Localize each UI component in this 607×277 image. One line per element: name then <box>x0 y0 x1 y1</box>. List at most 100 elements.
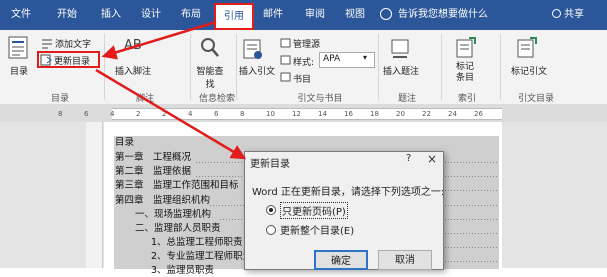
bibliography-button[interactable]: 书目 <box>293 72 311 85</box>
tab-design[interactable]: 设计 <box>134 0 168 30</box>
group-label-research: 信息检索 <box>198 94 235 104</box>
ruler-number: 12 <box>292 110 301 118</box>
mark-citation-button[interactable]: 标记引文 <box>505 64 553 77</box>
tab-review[interactable]: 审阅 <box>298 0 332 30</box>
divider <box>378 34 379 100</box>
ruler-number: 4 <box>110 110 115 118</box>
option-update-page-numbers-label[interactable]: 只更新页码(P) <box>280 202 348 219</box>
table-of-contents-icon <box>8 36 28 59</box>
toc-leader <box>442 238 498 249</box>
insert-caption-button[interactable]: 插入题注 <box>381 64 421 77</box>
mark-entry-button[interactable]: 标记条目 <box>453 62 477 84</box>
ruler-number: 2 <box>162 110 167 118</box>
mark-citation-icon <box>517 37 537 58</box>
style-icon <box>280 55 291 65</box>
group-label-captions: 题注 <box>397 94 416 104</box>
tab-file[interactable]: 文件 <box>4 0 38 30</box>
insert-citation-button[interactable]: 插入引文 <box>236 64 278 77</box>
toc-field-shading <box>114 136 499 149</box>
ruler-number: 24 <box>448 110 457 118</box>
smart-lookup-button[interactable]: 智能查找 <box>195 64 225 90</box>
ok-button[interactable]: 确定 <box>314 250 368 270</box>
option-update-entire-table-radio[interactable] <box>266 225 276 235</box>
toc-entry[interactable]: 第二章 监理依据 <box>115 165 191 178</box>
toc-entry[interactable]: 第一章 工程概况 <box>115 151 191 164</box>
option-update-entire-table-label[interactable]: 更新整个目录(E) <box>280 222 354 237</box>
insert-caption-icon <box>391 39 409 58</box>
manage-sources-icon <box>280 38 291 48</box>
update-toc-button[interactable]: 更新目录 <box>54 54 90 67</box>
references-tab-highlight <box>214 3 254 30</box>
ruler-number: 20 <box>396 110 405 118</box>
toc-entry[interactable]: 二、监理部人员职责 <box>135 222 221 235</box>
group-label-index: 索引 <box>457 94 476 104</box>
manage-sources-button[interactable]: 管理源 <box>293 37 320 50</box>
divider <box>441 34 442 100</box>
help-icon[interactable]: ? <box>406 153 411 164</box>
style-select-value: APA <box>323 54 341 64</box>
person-icon <box>552 9 561 18</box>
ruler-number: 18 <box>370 110 379 118</box>
ruler-strip <box>112 108 502 120</box>
style-label: 样式: <box>293 58 315 68</box>
toc-button[interactable]: 目录 <box>4 64 34 77</box>
cancel-button[interactable]: 取消 <box>378 250 432 270</box>
dialog-title: 更新目录 <box>250 159 290 170</box>
toc-entry[interactable]: 1、总监理工程师职责 <box>151 236 243 249</box>
toc-leader <box>442 252 498 263</box>
tab-layout[interactable]: 布局 <box>174 0 208 30</box>
tell-me-box[interactable]: 告诉我您想要做什么 <box>398 0 488 30</box>
group-label-toc: 目录 <box>50 94 69 104</box>
tab-insert[interactable]: 插入 <box>94 0 128 30</box>
ruler-number: 16 <box>344 110 353 118</box>
divider <box>500 34 501 100</box>
radio-selected-dot <box>269 208 273 212</box>
insert-citation-icon <box>243 39 262 59</box>
lightbulb-icon <box>380 8 392 20</box>
toc-entry[interactable]: 一、现场监理机构 <box>135 208 211 221</box>
toc-entry[interactable]: 3、监理员职责 <box>151 264 214 277</box>
divider <box>104 34 105 100</box>
toc-entry[interactable]: 2、专业监理工程师职责 <box>151 250 252 263</box>
ruler-number: 6 <box>84 110 89 118</box>
ruler-number: 4 <box>188 110 193 118</box>
chevron-down-icon: ▾ <box>363 53 368 62</box>
group-label-footnotes: 脚注 <box>135 94 154 104</box>
tab-view[interactable]: 视图 <box>338 0 372 30</box>
mark-entry-icon <box>456 37 476 58</box>
update-table-icon <box>40 54 52 66</box>
ruler-number: 26 <box>474 110 483 118</box>
tab-home[interactable]: 开始 <box>50 0 84 30</box>
ruler-number: 8 <box>240 110 245 118</box>
ruler-number: 2 <box>136 110 141 118</box>
ruler-number: 22 <box>422 110 431 118</box>
toc-leader <box>442 210 498 221</box>
ruler-number: 6 <box>214 110 219 118</box>
divider <box>190 34 191 100</box>
close-icon[interactable]: × <box>427 152 437 166</box>
toc-leader <box>196 167 246 178</box>
ruler-number: 8 <box>58 110 63 118</box>
toc-entry[interactable]: 第四章 监理组织机构 <box>115 194 210 207</box>
dialog-message: Word 正在更新目录，请选择下列选项之一: <box>252 187 445 198</box>
toc-leader <box>220 210 244 221</box>
insert-footnote-button[interactable]: 插入脚注 <box>110 64 156 77</box>
toc-leader <box>442 167 498 178</box>
toc-leader <box>196 153 246 164</box>
group-label-citations: 引文与书目 <box>297 94 343 104</box>
option-update-page-numbers-radio[interactable] <box>266 205 276 215</box>
toc-leader <box>442 153 498 164</box>
toc-entry[interactable]: 第三章 监理工作范围和目标 <box>115 179 239 192</box>
share-button[interactable]: 共享 <box>564 0 584 30</box>
ruler-number: 10 <box>266 110 275 118</box>
vertical-ruler <box>86 122 103 268</box>
toc-heading: 目录 <box>115 137 135 148</box>
add-text-icon <box>42 39 52 49</box>
add-text-button[interactable]: 添加文字 <box>55 37 91 50</box>
toc-leader <box>442 181 498 192</box>
smart-lookup-icon <box>201 38 219 57</box>
tab-mailings[interactable]: 邮件 <box>256 0 290 30</box>
footnote-ab-icon: AB <box>124 38 142 53</box>
group-label-authorities: 引文目录 <box>517 94 554 104</box>
bibliography-icon <box>280 72 291 82</box>
